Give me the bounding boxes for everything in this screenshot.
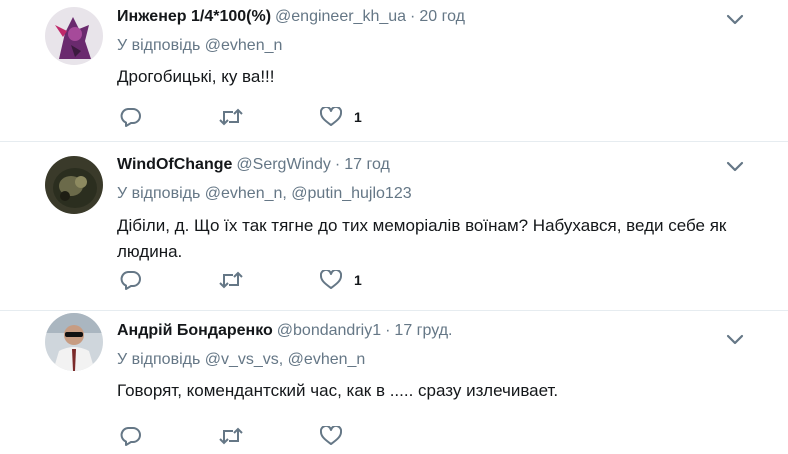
tweet-text: Дібіли, д. Що їх так тягне до тих меморі… xyxy=(117,216,727,261)
separator: · xyxy=(385,322,391,339)
more-options-button[interactable] xyxy=(726,333,744,345)
avatar-image xyxy=(45,156,103,214)
tweet-text: Говорят, комендантский час, как в ..... … xyxy=(117,381,559,400)
like-button[interactable]: 1 xyxy=(320,106,362,128)
chevron-down-icon xyxy=(726,334,744,345)
reply-context: У відповідь @evhen_n, @putin_hujlo123 xyxy=(117,183,412,205)
like-button[interactable] xyxy=(320,425,354,447)
author-handle[interactable]: @SergWindy xyxy=(236,156,331,173)
like-count: 1 xyxy=(354,272,362,288)
heart-icon xyxy=(320,426,342,445)
timestamp[interactable]: 17 год xyxy=(344,156,390,173)
tweet[interactable]: WindOfChange @SergWindy · 17 год У відповід… xyxy=(0,142,788,311)
reply-icon xyxy=(120,108,141,127)
avatar-image xyxy=(45,313,103,371)
reply-prefix: У відповідь xyxy=(117,37,201,54)
author-name[interactable]: WindOfChange xyxy=(117,156,232,173)
avatar[interactable] xyxy=(45,156,103,214)
tweet-header: Андрій Бондаренко @bondandriy1 · 17 груд. xyxy=(117,320,452,342)
retweet-button[interactable] xyxy=(219,269,243,291)
tweet-text: Дрогобицькі, ку ва!!! xyxy=(117,67,275,86)
author-name[interactable]: Инженер 1/4*100(%) xyxy=(117,8,271,25)
avatar-image xyxy=(45,7,103,65)
retweet-icon xyxy=(219,427,243,445)
more-options-button[interactable] xyxy=(726,160,744,172)
separator: · xyxy=(334,156,341,173)
separator: · xyxy=(410,8,416,25)
reply-button[interactable] xyxy=(120,425,142,447)
tweet[interactable]: Андрій Бондаренко @bondandriy1 · 17 груд. У… xyxy=(0,311,788,454)
retweet-button[interactable] xyxy=(219,106,243,128)
tweet-actions xyxy=(120,425,420,447)
tweet-header: WindOfChange @SergWindy · 17 год xyxy=(117,154,390,176)
reply-mentions[interactable]: @evhen_n xyxy=(205,37,283,54)
reply-mentions[interactable]: @v_vs_vs, @evhen_n xyxy=(205,351,366,368)
avatar[interactable] xyxy=(45,313,103,371)
chevron-down-icon xyxy=(726,161,744,172)
author-name[interactable]: Андрій Бондаренко xyxy=(117,322,273,339)
timestamp[interactable]: 17 груд. xyxy=(394,322,452,339)
reply-context: У відповідь @evhen_n xyxy=(117,35,282,57)
reply-prefix: У відповідь xyxy=(117,185,201,202)
reply-button[interactable] xyxy=(120,269,142,291)
author-handle[interactable]: @engineer_kh_ua xyxy=(275,8,406,25)
heart-icon xyxy=(320,107,342,126)
author-handle[interactable]: @bondandriy1 xyxy=(277,322,381,339)
tweet-header: Инженер 1/4*100(%) @engineer_kh_ua · 20 год xyxy=(117,6,465,28)
tweet[interactable]: Инженер 1/4*100(%) @engineer_kh_ua · 20 год… xyxy=(0,0,788,142)
tweet-actions: 1 xyxy=(120,106,420,128)
chevron-down-icon xyxy=(726,14,744,25)
reply-context: У відповідь @v_vs_vs, @evhen_n xyxy=(117,349,365,371)
timestamp[interactable]: 20 год xyxy=(419,8,465,25)
reply-button[interactable] xyxy=(120,106,142,128)
avatar[interactable] xyxy=(45,7,103,65)
reply-icon xyxy=(120,427,141,446)
retweet-button[interactable] xyxy=(219,425,243,447)
tweet-actions: 1 xyxy=(120,269,420,291)
reply-icon xyxy=(120,271,141,290)
reply-mentions[interactable]: @evhen_n, @putin_hujlo123 xyxy=(205,185,412,202)
heart-icon xyxy=(320,270,342,289)
more-options-button[interactable] xyxy=(726,13,744,25)
like-count: 1 xyxy=(354,109,362,125)
retweet-icon xyxy=(219,108,243,126)
retweet-icon xyxy=(219,271,243,289)
reply-prefix: У відповідь xyxy=(117,351,201,368)
like-button[interactable]: 1 xyxy=(320,269,362,291)
